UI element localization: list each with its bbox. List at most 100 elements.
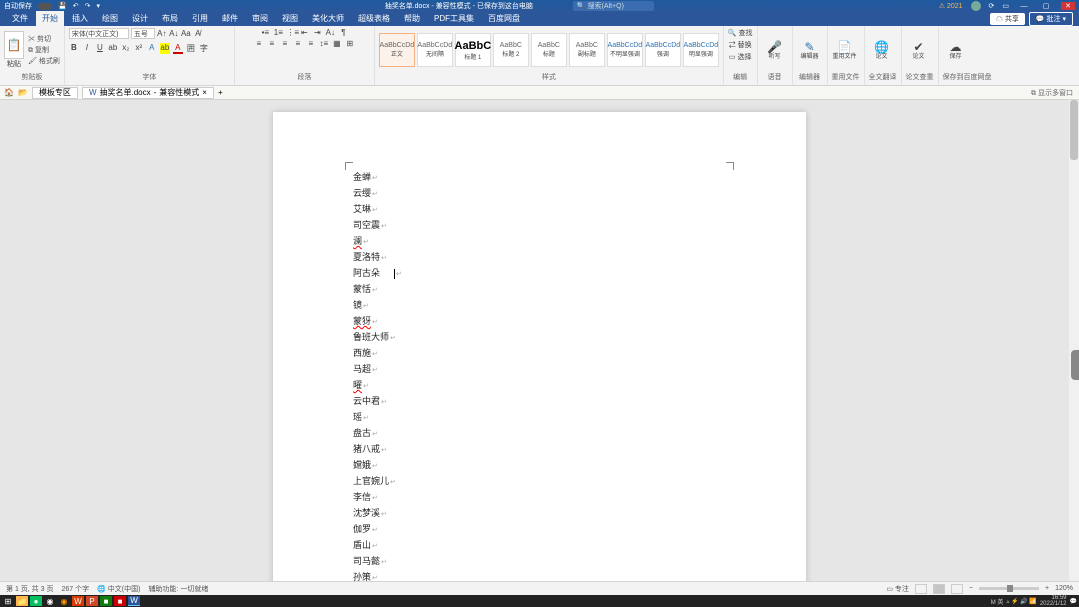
vertical-scrollbar[interactable]: [1069, 100, 1079, 581]
close-doc-tab-icon[interactable]: ×: [202, 88, 207, 97]
tab-mailings[interactable]: 邮件: [216, 11, 244, 26]
style-3[interactable]: AaBbC标题 2: [493, 33, 529, 67]
style-0[interactable]: AaBbCcDd正文: [379, 33, 415, 67]
tab-baidu[interactable]: 百度网盘: [482, 11, 526, 26]
tray-icons[interactable]: ▵ ⚡ 🔊 📶: [1006, 598, 1036, 605]
status-word-count[interactable]: 267 个字: [61, 584, 89, 594]
style-7[interactable]: AaBbCcDd强调: [645, 33, 681, 67]
enclose-button[interactable]: 字: [199, 43, 209, 54]
decrease-indent-button[interactable]: ⇤: [299, 28, 309, 37]
distribute-button[interactable]: ≡: [306, 39, 316, 48]
text-line[interactable]: 蒙犽: [353, 314, 726, 330]
select-button[interactable]: ▭ 选择: [729, 52, 752, 62]
tab-home[interactable]: 开始: [36, 11, 64, 26]
change-case-button[interactable]: Aa: [181, 29, 191, 38]
comments-button[interactable]: 💬 批注 ▾: [1029, 12, 1073, 26]
subscript-button[interactable]: x₂: [121, 43, 131, 54]
minimize-button[interactable]: —: [1017, 3, 1031, 10]
tray-ime[interactable]: M 英: [991, 597, 1004, 606]
numbering-button[interactable]: 1≡: [273, 28, 283, 37]
copy-button[interactable]: ⧉ 复制: [28, 45, 60, 55]
taskbar-firefox-icon[interactable]: ◉: [58, 596, 70, 606]
text-line[interactable]: 司空震: [353, 218, 726, 234]
dictate-button[interactable]: 🎤听写: [762, 40, 788, 61]
editor-button[interactable]: ✎编辑器: [797, 40, 823, 61]
taskbar-chrome-icon[interactable]: ◉: [44, 596, 56, 606]
document-content[interactable]: 金蝉云缨艾琳司空震澜夏洛特阿古朵蒙恬镜蒙犽鲁班大师西施马超曜云中君瑶盘古猪八戒嫦…: [353, 170, 726, 581]
font-color-button[interactable]: A: [173, 43, 183, 54]
sort-button[interactable]: A↓: [325, 28, 335, 37]
tab-supertable[interactable]: 超级表格: [352, 11, 396, 26]
open-folder-icon[interactable]: 📂: [18, 88, 28, 97]
phonetic-button[interactable]: 囲: [186, 43, 196, 54]
add-tab-button[interactable]: +: [218, 88, 223, 97]
taskbar-explorer-icon[interactable]: 📁: [16, 596, 28, 606]
text-line[interactable]: 阿古朵: [353, 266, 726, 282]
align-center-button[interactable]: ≡: [267, 39, 277, 48]
status-language[interactable]: 🌐 中文(中国): [97, 584, 140, 594]
tab-help[interactable]: 帮助: [398, 11, 426, 26]
tab-view[interactable]: 视图: [276, 11, 304, 26]
close-button[interactable]: ✕: [1061, 2, 1075, 10]
sync-icon[interactable]: ⟳: [989, 2, 995, 10]
autosave-switch[interactable]: [38, 3, 52, 10]
align-right-button[interactable]: ≡: [280, 39, 290, 48]
text-line[interactable]: 云中君: [353, 394, 726, 410]
italic-button[interactable]: I: [82, 43, 92, 54]
shrink-font-button[interactable]: A↓: [169, 29, 179, 38]
text-line[interactable]: 西施: [353, 346, 726, 362]
taskbar-app2-icon[interactable]: ■: [114, 596, 126, 606]
tray-date[interactable]: 2022/1/12: [1040, 601, 1067, 607]
replace-button[interactable]: ⇄ 替换: [729, 40, 752, 50]
style-2[interactable]: AaBbC标题 1: [455, 33, 491, 67]
multilevel-button[interactable]: ⋮≡: [286, 28, 296, 37]
text-line[interactable]: 艾琳: [353, 202, 726, 218]
line-spacing-button[interactable]: ↕≡: [319, 39, 329, 48]
autosave-toggle[interactable]: 自动保存: [4, 1, 32, 11]
zoom-knob[interactable]: [1007, 585, 1013, 592]
status-page[interactable]: 第 1 页, 共 3 页: [6, 584, 53, 594]
grow-font-button[interactable]: A↑: [157, 29, 167, 38]
bullets-button[interactable]: •≡: [260, 28, 270, 37]
translate-button[interactable]: 🌐论文: [869, 40, 895, 61]
strikethrough-button[interactable]: ab: [108, 43, 118, 54]
superscript-button[interactable]: x²: [134, 43, 144, 54]
taskbar-powerpoint-icon[interactable]: P: [86, 596, 98, 606]
text-line[interactable]: 李信: [353, 490, 726, 506]
taskbar-wps-icon[interactable]: W: [72, 596, 84, 606]
tray-notifications-icon[interactable]: 💬: [1070, 598, 1077, 605]
search-box[interactable]: 🔍 搜索(Alt+Q): [573, 1, 654, 11]
text-line[interactable]: 沈梦溪: [353, 506, 726, 522]
multiwindow-button[interactable]: ⧉ 显示多窗口: [1031, 88, 1079, 98]
zoom-level[interactable]: 120%: [1055, 585, 1073, 592]
ribbon-display-icon[interactable]: ▭: [1002, 2, 1009, 10]
tab-references[interactable]: 引用: [186, 11, 214, 26]
tab-layout[interactable]: 布局: [156, 11, 184, 26]
zoom-in-button[interactable]: +: [1045, 585, 1049, 592]
cut-button[interactable]: ✂ 剪切: [28, 34, 60, 44]
document-tab[interactable]: W 抽奖名单.docx - 兼容性模式 ×: [82, 87, 214, 99]
undo-icon[interactable]: ↶: [73, 2, 79, 10]
read-mode-button[interactable]: [915, 584, 927, 594]
underline-button[interactable]: U: [95, 43, 105, 54]
text-line[interactable]: 云缨: [353, 186, 726, 202]
text-effects-button[interactable]: A: [147, 43, 157, 54]
clear-format-button[interactable]: A̸: [193, 29, 203, 38]
text-line[interactable]: 猪八戒: [353, 442, 726, 458]
align-left-button[interactable]: ≡: [254, 39, 264, 48]
text-line[interactable]: 鲁班大师: [353, 330, 726, 346]
style-4[interactable]: AaBbC标题: [531, 33, 567, 67]
text-line[interactable]: 司马懿: [353, 554, 726, 570]
start-button[interactable]: ⊞: [2, 596, 14, 606]
increase-indent-button[interactable]: ⇥: [312, 28, 322, 37]
reuse-files-button[interactable]: 📄重用文件: [832, 40, 858, 61]
text-line[interactable]: 孙策: [353, 570, 726, 581]
scrollbar-thumb[interactable]: [1070, 100, 1078, 160]
font-size-select[interactable]: 五号: [131, 28, 155, 39]
highlight-button[interactable]: ab: [160, 43, 170, 54]
borders-button[interactable]: ⊞: [345, 39, 355, 48]
print-layout-button[interactable]: [933, 584, 945, 594]
text-line[interactable]: 夏洛特: [353, 250, 726, 266]
maximize-button[interactable]: ▢: [1039, 2, 1053, 10]
license-warning[interactable]: ⚠ 2021: [939, 2, 963, 10]
